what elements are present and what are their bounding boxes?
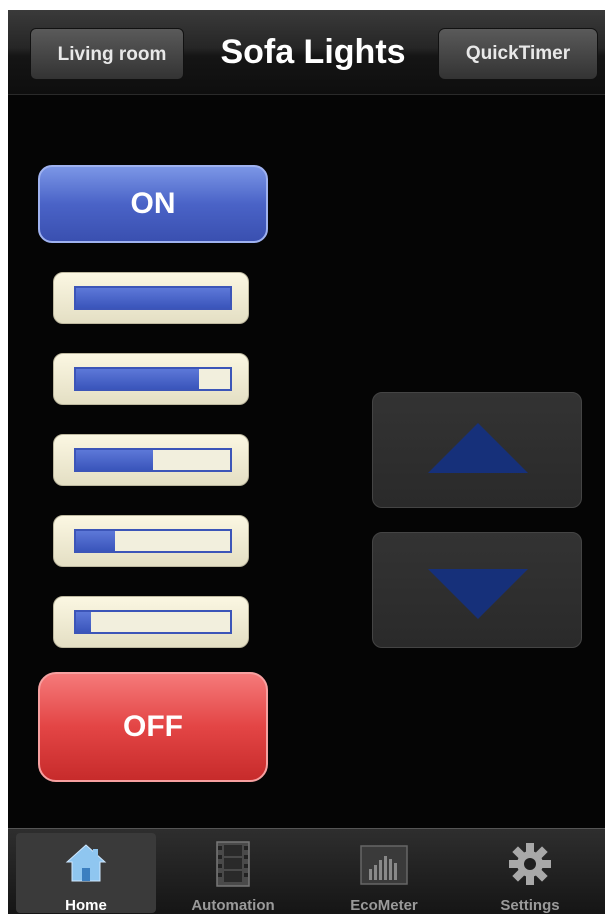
- off-button[interactable]: OFF: [38, 672, 268, 782]
- tab-ecometer[interactable]: EcoMeter: [314, 833, 454, 914]
- level-fill: [76, 612, 92, 632]
- tab-label: EcoMeter: [350, 897, 418, 914]
- level-fill: [76, 369, 200, 389]
- quick-timer-button[interactable]: QuickTimer: [438, 28, 598, 80]
- level-track: [74, 367, 232, 391]
- level-button-50[interactable]: [53, 434, 249, 486]
- tab-label: Settings: [500, 897, 560, 914]
- home-icon: [65, 844, 107, 882]
- arrow-up-icon: [428, 423, 528, 473]
- level-button-100[interactable]: [53, 272, 249, 324]
- tab-bar: Home Automation EcoMeter Settings: [8, 828, 605, 914]
- level-button-10[interactable]: [53, 596, 249, 648]
- level-fill: [76, 531, 115, 551]
- level-fill: [76, 450, 153, 470]
- back-button[interactable]: Living room: [30, 28, 184, 80]
- tab-automation[interactable]: Automation: [163, 833, 303, 914]
- arrow-down-icon: [428, 569, 528, 619]
- tab-home[interactable]: Home: [16, 833, 156, 914]
- level-fill: [76, 288, 230, 308]
- level-button-25[interactable]: [53, 515, 249, 567]
- level-track: [74, 448, 232, 472]
- dim-up-button[interactable]: [372, 392, 582, 508]
- tab-label: Home: [65, 897, 107, 914]
- dim-down-button[interactable]: [372, 532, 582, 648]
- tab-label: Automation: [191, 897, 275, 914]
- level-track: [74, 610, 232, 634]
- gear-icon: [509, 843, 551, 885]
- level-button-80[interactable]: [53, 353, 249, 405]
- app-screen: Living room Sofa Lights QuickTimer ON OF…: [8, 10, 605, 914]
- tab-settings[interactable]: Settings: [460, 833, 600, 914]
- level-track: [74, 286, 232, 310]
- on-button[interactable]: ON: [38, 165, 268, 243]
- page-title: Sofa Lights: [220, 33, 406, 71]
- navigation-bar: Living room Sofa Lights QuickTimer: [8, 10, 605, 95]
- level-track: [74, 529, 232, 553]
- bar-chart-icon: [360, 845, 408, 885]
- film-icon: [216, 841, 250, 887]
